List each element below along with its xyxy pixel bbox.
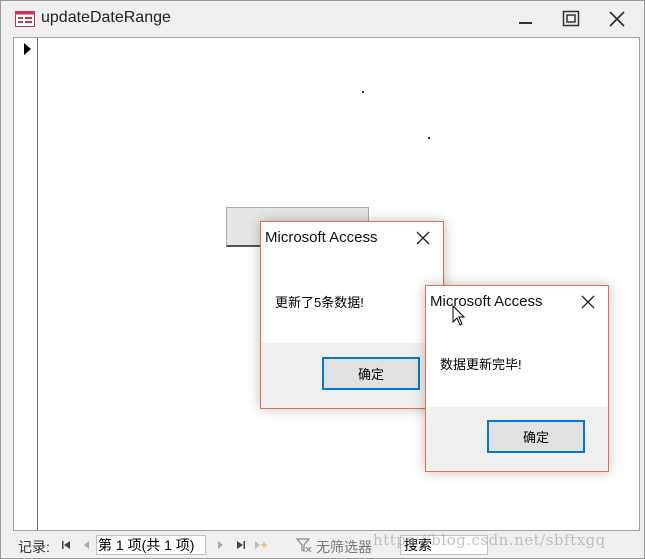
restore-icon (562, 10, 580, 27)
restore-button[interactable] (556, 7, 586, 31)
dialog-message: 数据更新完毕! (440, 357, 522, 372)
dialog-close-button[interactable] (415, 230, 431, 246)
next-record-button[interactable] (214, 536, 228, 554)
next-record-icon (218, 541, 223, 549)
previous-record-button[interactable] (79, 536, 93, 554)
new-record-icon (255, 541, 267, 549)
dialog-message: 更新了5条数据! (275, 295, 364, 310)
previous-record-icon (84, 541, 89, 549)
title-bar[interactable]: updateDateRange (1, 1, 644, 37)
mouse-pointer-icon (452, 304, 466, 332)
dialog-title: Microsoft Access (430, 293, 543, 310)
close-icon (609, 11, 625, 27)
last-record-button[interactable] (234, 536, 248, 554)
minimize-button[interactable] (510, 7, 540, 31)
current-record-field[interactable]: 第 1 项(共 1 项) (96, 535, 206, 555)
first-record-icon (62, 541, 70, 549)
message-dialog-updated: Microsoft Access 更新了5条数据! 确定 (260, 221, 444, 409)
record-label: 记录: (18, 539, 50, 555)
current-record-arrow-icon (24, 43, 31, 55)
record-selector[interactable] (14, 38, 38, 530)
dialog-close-button[interactable] (580, 294, 596, 310)
first-record-button[interactable] (59, 536, 73, 554)
close-icon (416, 231, 430, 245)
last-record-icon (237, 541, 245, 549)
dot-mark (362, 91, 364, 93)
dialog-title: Microsoft Access (265, 229, 378, 246)
close-icon (581, 295, 595, 309)
ok-button[interactable]: 确定 (322, 357, 420, 390)
ok-button[interactable]: 确定 (487, 420, 585, 453)
minimize-icon (519, 22, 532, 24)
dot-mark (428, 137, 430, 139)
window-title: updateDateRange (41, 9, 171, 26)
close-button[interactable] (602, 7, 632, 31)
no-filter-label[interactable]: 无筛选器 (316, 537, 372, 557)
dialog-footer: 确定 (261, 343, 443, 408)
form-icon (15, 11, 35, 27)
filter-icon[interactable] (295, 537, 312, 556)
new-record-button[interactable] (254, 536, 268, 554)
watermark-text: https://blog.csdn.net/sbftxgq (373, 531, 606, 549)
dialog-footer: 确定 (426, 407, 608, 471)
